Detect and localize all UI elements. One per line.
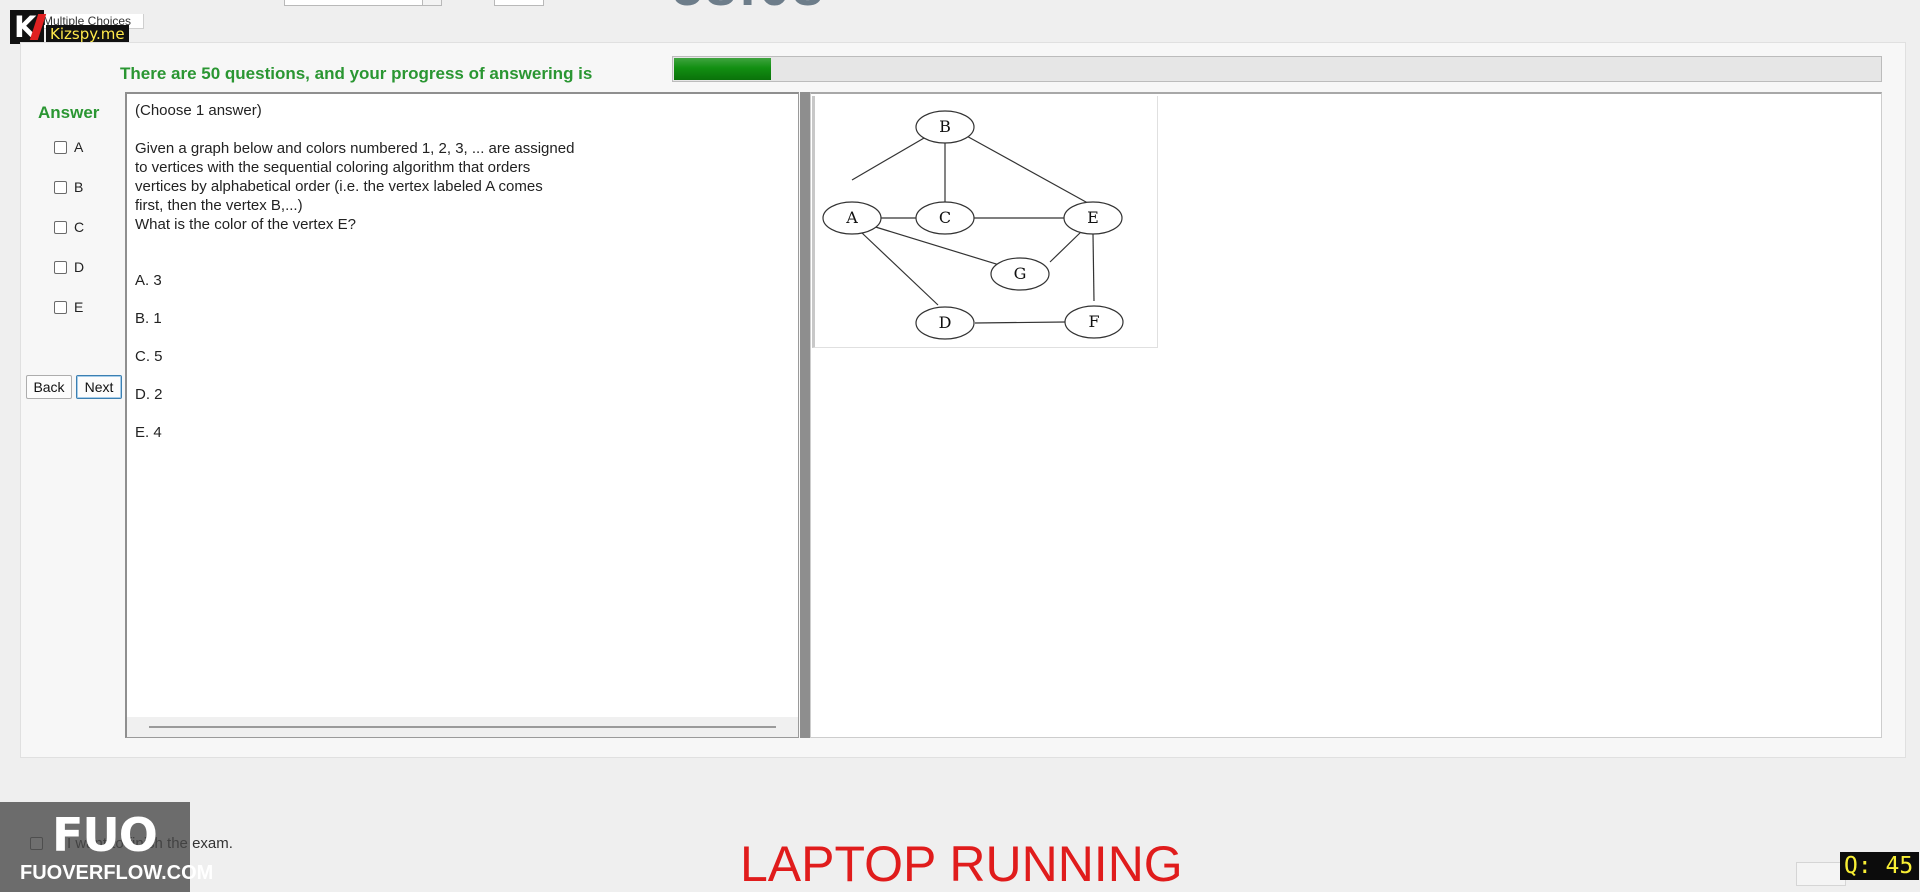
question-line: to vertices with the sequential coloring… xyxy=(135,159,531,176)
font-size-combobox[interactable] xyxy=(284,0,442,6)
question-line: vertices by alphabetical order (i.e. the… xyxy=(135,178,543,195)
horizontal-scrollbar[interactable] xyxy=(127,717,798,737)
fuoverflow-watermark: FUO FUOVERFLOW.COM xyxy=(0,802,213,892)
node-label: C xyxy=(939,208,951,227)
question-line: What is the color of the vertex E? xyxy=(135,216,356,233)
node-label: F xyxy=(1088,312,1099,331)
progress-fill xyxy=(674,58,771,80)
back-button[interactable]: Back xyxy=(26,375,72,399)
answer-option-b[interactable]: B xyxy=(54,178,83,196)
option-label: E xyxy=(74,299,84,315)
checkbox-c[interactable] xyxy=(54,220,67,234)
question-line: first, then the vertex B,...) xyxy=(135,197,303,214)
status-banner: LAPTOP RUNNING xyxy=(740,836,1183,892)
node-label: B xyxy=(939,117,951,136)
node-d: D xyxy=(915,306,975,340)
exam-timer: 58:08 xyxy=(672,0,825,14)
node-label: A xyxy=(845,208,858,227)
node-b: B xyxy=(915,110,975,144)
choice-c: C. 5 xyxy=(135,348,163,365)
edge-d-f xyxy=(974,321,1066,324)
node-e: E xyxy=(1063,201,1123,235)
answer-option-a[interactable]: A xyxy=(54,138,83,156)
edge-b-e xyxy=(962,133,1096,208)
progress-bar xyxy=(672,56,1882,82)
choice-b: B. 1 xyxy=(135,310,162,327)
checkbox-e[interactable] xyxy=(54,300,67,314)
scrollbar-thumb[interactable] xyxy=(149,726,776,728)
node-g: G xyxy=(990,257,1050,291)
node-label: D xyxy=(939,313,952,332)
panel-splitter[interactable] xyxy=(800,92,810,738)
edge-a-d xyxy=(861,232,939,306)
checkbox-d[interactable] xyxy=(54,260,67,274)
fuo-logo-icon: FUO xyxy=(52,808,158,862)
chevron-down-icon[interactable] xyxy=(422,0,441,5)
question-instruction: (Choose 1 answer) xyxy=(135,102,262,119)
choice-a: A. 3 xyxy=(135,272,162,289)
graph-edges xyxy=(851,126,1096,324)
answer-option-d[interactable]: D xyxy=(54,258,84,276)
node-c: C xyxy=(915,201,975,235)
answer-option-e[interactable]: E xyxy=(54,298,83,316)
choice-e: E. 4 xyxy=(135,424,162,441)
exit-button[interactable] xyxy=(1796,862,1846,886)
checkbox-a[interactable] xyxy=(54,140,67,154)
zoom-input[interactable] xyxy=(494,0,544,6)
checkbox-b[interactable] xyxy=(54,180,67,194)
graph-image: B A C E G D F xyxy=(812,96,1158,348)
node-a: A xyxy=(822,201,882,235)
answer-option-c[interactable]: C xyxy=(54,218,84,236)
option-label: D xyxy=(74,259,85,275)
kizspy-logo-icon: K xyxy=(10,10,47,44)
option-label: A xyxy=(74,139,84,155)
edge-e-g xyxy=(1049,230,1083,263)
graph-diagram: B A C E G D F xyxy=(822,110,1124,340)
question-line: Given a graph below and colors numbered … xyxy=(135,140,575,157)
fuo-logo-text: FUOVERFLOW.COM xyxy=(20,862,214,884)
option-label: B xyxy=(74,179,84,195)
next-button[interactable]: Next xyxy=(76,375,122,399)
node-label: E xyxy=(1087,208,1099,227)
progress-label: There are 50 questions, and your progres… xyxy=(120,64,593,83)
option-label: C xyxy=(74,219,85,235)
choice-d: D. 2 xyxy=(135,386,163,403)
answer-heading: Answer xyxy=(38,103,100,122)
graph-nodes: B A C E G D F xyxy=(822,110,1124,340)
question-counter-badge: Q: 45 xyxy=(1840,852,1920,880)
node-label: G xyxy=(1014,264,1027,283)
edge-e-f xyxy=(1092,233,1095,302)
node-f: F xyxy=(1064,305,1124,339)
